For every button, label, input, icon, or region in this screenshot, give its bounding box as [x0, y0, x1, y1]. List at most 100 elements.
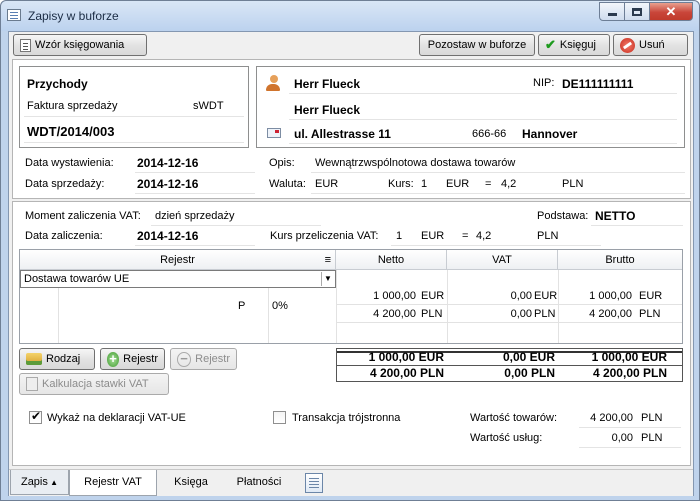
issue-date-value[interactable]: 2014-12-16	[137, 156, 198, 170]
vat-register-grid: Rejestr ≡ Netto VAT Brutto Dostawa towar…	[19, 249, 683, 344]
sale-date-label: Data sprzedaży:	[25, 178, 105, 190]
remove-register-button[interactable]: − Rejestr	[170, 348, 237, 370]
add-register-label: Rejestr	[123, 353, 158, 365]
close-icon: ✕	[665, 3, 677, 19]
delete-icon	[620, 37, 635, 53]
vat-eur-cur: EUR	[534, 290, 558, 302]
rate-equals: =	[485, 178, 492, 190]
rate-code: P	[238, 300, 246, 312]
vat-ue-checkbox[interactable]: ✔	[29, 409, 42, 424]
gross-pln-cur: PLN	[639, 308, 661, 320]
basis-label: Podstawa:	[537, 210, 589, 222]
header-vat[interactable]: VAT	[447, 250, 558, 270]
column-menu-icon[interactable]: ≡	[325, 250, 331, 270]
services-value: 0,00	[611, 432, 633, 444]
checkmark-icon: ✔	[545, 37, 556, 52]
delete-button[interactable]: Usuń	[613, 34, 688, 56]
post-button[interactable]: ✔ Księguj	[538, 34, 610, 56]
document-box: Przychody Faktura sprzedaży sWDT WDT/201…	[19, 66, 249, 148]
close-button[interactable]: ✕	[649, 2, 693, 21]
vat-section: Moment zaliczenia VAT: dzień sprzedaży P…	[12, 201, 691, 466]
person-icon	[266, 75, 280, 91]
window-title: Zapisy w buforze	[28, 9, 119, 23]
title-bar[interactable]: Zapisy w buforze ✕	[1, 1, 699, 31]
total-gross-pln: 4 200,00 PLN	[592, 366, 667, 380]
services-value-label: Wartość usług:	[470, 432, 543, 444]
tab-vat-register[interactable]: Rejestr VAT	[69, 470, 157, 496]
register-select-value: Dostawa towarów UE	[24, 273, 130, 285]
keep-in-buffer-button[interactable]: Pozostaw w buforze	[419, 34, 535, 56]
checkmark-icon: ✔	[31, 409, 42, 423]
tab-entry[interactable]: Zapis ▲	[10, 470, 69, 495]
app-icon	[7, 9, 21, 21]
register-select[interactable]: Dostawa towarów UE ▼	[20, 270, 336, 288]
header-gross[interactable]: Brutto	[558, 250, 682, 270]
accounting-template-button[interactable]: Wzór księgowania	[13, 34, 147, 56]
goods-value: 4 200,00	[590, 412, 633, 424]
rate-quantity: 1	[421, 178, 428, 190]
notes-icon[interactable]	[305, 473, 323, 493]
triangular-checkbox[interactable]	[273, 411, 286, 424]
contractor-city: Hannover	[522, 127, 578, 141]
currency-label: Waluta:	[269, 178, 306, 190]
envelope-icon	[267, 128, 281, 138]
contractor-postcode: 666-66	[472, 128, 507, 140]
vat-rate-equals: =	[462, 230, 469, 242]
basis-value[interactable]: NETTO	[595, 209, 635, 223]
delete-label: Usuń	[639, 39, 665, 51]
minimize-icon	[607, 12, 617, 16]
header-section: Przychody Faktura sprzedaży sWDT WDT/201…	[12, 59, 691, 199]
vat-date-value[interactable]: 2014-12-16	[137, 229, 198, 243]
tab-bar: Zapis ▲ Rejestr VAT Księga Płatności	[9, 469, 693, 496]
nip-value: DE111111111	[562, 77, 634, 91]
remove-register-label: Rejestr	[195, 353, 230, 365]
maximize-button[interactable]	[624, 2, 650, 21]
gross-eur: 1 000,00	[589, 290, 632, 302]
description-value[interactable]: Wewnątrzwspólnotowa dostawa towarów	[315, 157, 515, 169]
gross-eur-cur: EUR	[639, 290, 663, 302]
vat-rate-calc-button[interactable]: Kalkulacja stawki VAT	[19, 373, 169, 395]
triangular-label: Transakcja trójstronna	[292, 412, 401, 424]
currency-value[interactable]: EUR	[315, 178, 338, 190]
add-icon: +	[107, 351, 120, 367]
post-label: Księguj	[559, 39, 596, 51]
vat-moment-value[interactable]: dzień sprzedaży	[155, 210, 235, 222]
header-register[interactable]: Rejestr ≡	[20, 250, 336, 270]
sale-date-value[interactable]: 2014-12-16	[137, 177, 198, 191]
rate-pln: PLN	[562, 178, 584, 190]
header-net[interactable]: Netto	[336, 250, 447, 270]
services-value-currency: PLN	[641, 432, 663, 444]
vat-date-label: Data zaliczenia:	[25, 230, 103, 242]
contractor-name-2: Herr Flueck	[294, 103, 361, 117]
minimize-button[interactable]	[599, 2, 625, 21]
vat-rate-currency: EUR	[421, 230, 445, 242]
total-net-pln: 4 200,00 PLN	[369, 366, 444, 380]
vat-pln: 0,00	[510, 308, 532, 320]
document-type: Faktura sprzedaży	[27, 100, 118, 112]
header-register-label: Rejestr	[160, 254, 195, 266]
total-net-eur: 1 000,00 EUR	[368, 350, 444, 364]
kind-button[interactable]: Rodzaj	[19, 348, 95, 370]
tab-entry-label: Zapis	[20, 476, 48, 488]
vat-moment-label: Moment zaliczenia VAT:	[25, 210, 141, 222]
vat-rate-calc-label: Kalkulacja stawki VAT	[42, 378, 149, 390]
keep-in-buffer-label: Pozostaw w buforze	[427, 39, 527, 51]
accounting-template-label: Wzór księgowania	[35, 39, 125, 51]
issue-date-label: Data wystawienia:	[25, 157, 114, 169]
rate-value[interactable]: 4,2	[501, 178, 516, 190]
main-window: Zapisy w buforze ✕ Wzór księgowania Pozo…	[0, 0, 700, 501]
total-vat-eur: 0,00 EUR	[502, 350, 555, 364]
caret-up-icon: ▲	[47, 478, 59, 487]
kind-label: Rodzaj	[46, 353, 81, 365]
contractor-box: Herr Flueck NIP: DE111111111 Herr Flueck…	[256, 66, 685, 148]
vat-rate-value[interactable]: 4,2	[476, 230, 491, 242]
tab-ledger[interactable]: Księga	[159, 470, 223, 495]
net-eur: 1 000,00	[373, 290, 416, 302]
calculator-icon	[26, 377, 38, 391]
total-gross-eur: 1 000,00 EUR	[591, 350, 667, 364]
chevron-down-icon[interactable]: ▼	[321, 272, 334, 286]
net-eur-cur: EUR	[421, 290, 445, 302]
tab-payments[interactable]: Płatności	[223, 470, 295, 495]
contractor-street: ul. Allestrasse 11	[294, 127, 391, 141]
add-register-button[interactable]: + Rejestr	[100, 348, 165, 370]
